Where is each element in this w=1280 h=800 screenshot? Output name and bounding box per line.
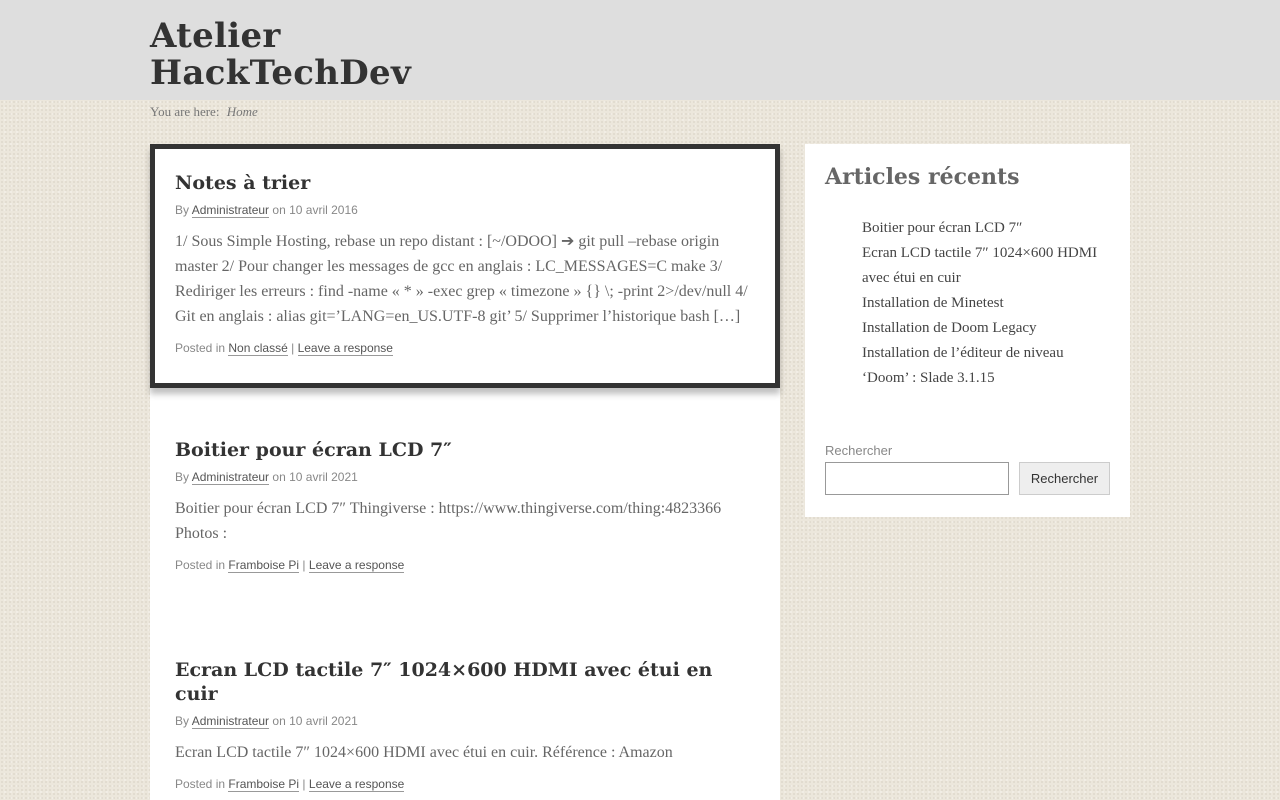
author-link[interactable]: Administrateur (191, 203, 270, 218)
recent-posts-list: Boitier pour écran LCD 7″ Ecran LCD tact… (825, 216, 1110, 391)
author-link[interactable]: Administrateur (191, 714, 270, 729)
recent-post-link[interactable]: Ecran LCD tactile 7″ 1024×600 HDMI avec … (862, 241, 1110, 291)
breadcrumb-home: Home (226, 104, 258, 119)
recent-post-link[interactable]: Boitier pour écran LCD 7″ (862, 216, 1110, 241)
post-meta: By Administrateur on 10 avril 2021 (175, 470, 755, 485)
post-excerpt: Boitier pour écran LCD 7″ Thingiverse : … (175, 500, 722, 542)
main-content: Notes à trier By Administrateur on 10 av… (150, 144, 780, 800)
leave-response-link[interactable]: Leave a response (308, 777, 405, 792)
post-item: Ecran LCD tactile 7″ 1024×600 HDMI avec … (150, 658, 780, 792)
category-link[interactable]: Framboise Pi (228, 777, 300, 792)
category-link[interactable]: Non classé (228, 341, 288, 356)
post-title[interactable]: Notes à trier (175, 171, 755, 195)
meta-on: on (272, 714, 286, 728)
post-footer: Posted in Non classé | Leave a response (175, 341, 755, 356)
posted-in-label: Posted in (175, 777, 226, 791)
meta-on: on (272, 203, 286, 217)
post-footer: Posted in Framboise Pi | Leave a respons… (175, 777, 755, 792)
recent-post-link[interactable]: Installation de l’éditeur de niveau ‘Doo… (862, 341, 1110, 391)
search-button[interactable]: Rechercher (1019, 462, 1110, 495)
recent-posts-title: Articles récents (825, 164, 1020, 190)
search-label: Rechercher (825, 443, 893, 458)
footer-separator: | (291, 341, 295, 355)
posted-in-label: Posted in (175, 341, 226, 355)
post-date: 10 avril 2016 (289, 203, 358, 217)
post-date: 10 avril 2021 (289, 714, 358, 728)
meta-by: By (175, 714, 190, 728)
post-title[interactable]: Boitier pour écran LCD 7″ (175, 438, 755, 462)
sidebar: Articles récents Boitier pour écran LCD … (805, 144, 1130, 517)
post-meta: By Administrateur on 10 avril 2016 (175, 203, 755, 218)
post-sticky: Notes à trier By Administrateur on 10 av… (150, 144, 780, 388)
footer-separator: | (302, 777, 306, 791)
leave-response-link[interactable]: Leave a response (308, 558, 405, 573)
recent-post-link[interactable]: Installation de Minetest (862, 291, 1110, 316)
meta-on: on (272, 470, 286, 484)
recent-post-link[interactable]: Installation de Doom Legacy (862, 316, 1110, 341)
author-link[interactable]: Administrateur (191, 470, 270, 485)
meta-by: By (175, 470, 190, 484)
leave-response-link[interactable]: Leave a response (297, 341, 393, 356)
post-excerpt: 1/ Sous Simple Hosting, rebase un repo d… (175, 233, 748, 325)
post-footer: Posted in Framboise Pi | Leave a respons… (175, 558, 755, 573)
breadcrumb-prefix: You are here: (150, 104, 220, 119)
site-title[interactable]: Atelier HackTechDev (150, 18, 480, 92)
meta-by: By (175, 203, 190, 217)
footer-separator: | (302, 558, 306, 572)
site-header: Atelier HackTechDev (0, 0, 1280, 100)
posted-in-label: Posted in (175, 558, 226, 572)
search-form: Rechercher (825, 462, 1110, 495)
post-date: 10 avril 2021 (289, 470, 358, 484)
breadcrumb: You are here: Home (150, 104, 258, 120)
post-title[interactable]: Ecran LCD tactile 7″ 1024×600 HDMI avec … (175, 658, 755, 706)
search-input[interactable] (825, 462, 1009, 495)
post-excerpt: Ecran LCD tactile 7″ 1024×600 HDMI avec … (175, 744, 673, 761)
category-link[interactable]: Framboise Pi (228, 558, 300, 573)
post-meta: By Administrateur on 10 avril 2021 (175, 714, 755, 729)
post-item: Boitier pour écran LCD 7″ By Administrat… (150, 438, 780, 573)
